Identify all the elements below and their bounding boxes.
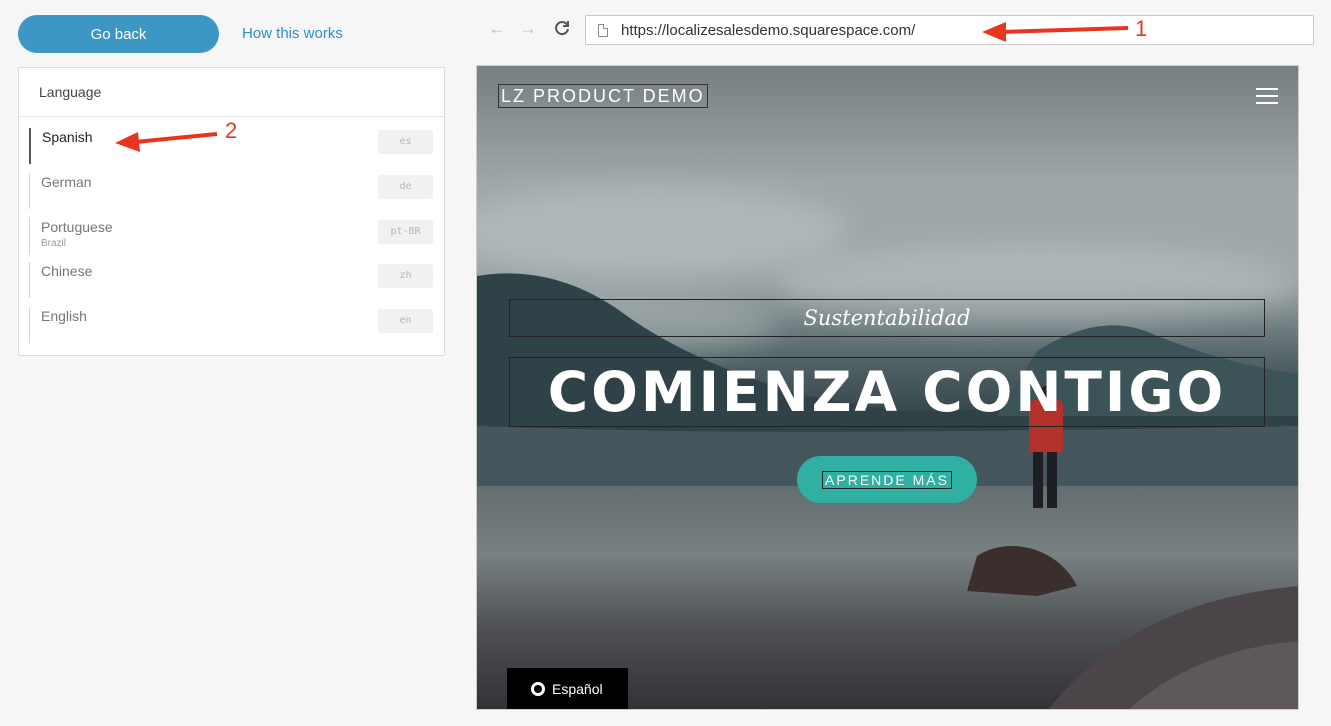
annotation-number-1: 1 (1135, 16, 1148, 41)
annotation-number-2: 2 (225, 118, 238, 143)
annotation-arrow-2 (115, 132, 218, 152)
annotation-arrows (115, 22, 1129, 152)
annotation-arrow-1 (982, 22, 1129, 42)
